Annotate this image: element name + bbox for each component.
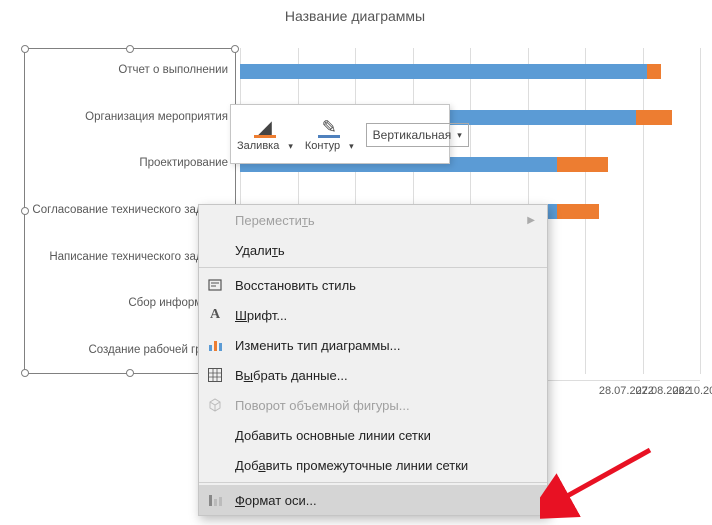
menu-item-label: Добавить промежуточные линии сетки [235, 458, 535, 473]
menu-item-label: Изменить тип диаграммы... [235, 338, 535, 353]
menu-item[interactable]: A Шрифт... [199, 300, 547, 330]
outline-label: Контур [305, 140, 340, 152]
bar-segment-series2[interactable] [557, 204, 598, 219]
menu-separator [199, 267, 547, 268]
fill-button[interactable]: ◢ Заливка ▾ [231, 105, 299, 163]
menu-separator [199, 482, 547, 483]
mini-format-toolbar: ◢ Заливка ▾ ✎ Контур ▾ Вертикальная ▾ [230, 104, 450, 164]
bar-segment-series1[interactable] [240, 64, 647, 79]
chart-icon [205, 335, 225, 355]
cube-icon [205, 395, 225, 415]
axis-type-value: Вертикальная [373, 128, 452, 142]
menu-item-label: Добавить основные линии сетки [235, 428, 535, 443]
menu-item: Поворот объемной фигуры... [199, 390, 547, 420]
chevron-down-icon: ▾ [457, 130, 462, 141]
menu-item[interactable]: Добавить основные линии сетки [199, 420, 547, 450]
axis-type-dropdown[interactable]: Вертикальная ▾ [366, 123, 469, 147]
blank-icon [205, 425, 225, 445]
chevron-down-icon: ▾ [349, 141, 354, 152]
menu-item[interactable]: Выбрать данные... [199, 360, 547, 390]
menu-item-label: Восстановить стиль [235, 278, 535, 293]
bar-segment-series2[interactable] [636, 110, 673, 125]
context-menu: Переместить ▶ Удалить Восстановить стиль A Шр… [198, 204, 548, 516]
fill-label: Заливка [237, 140, 279, 152]
blank-icon [205, 240, 225, 260]
chevron-down-icon: ▾ [288, 141, 293, 152]
bar-segment-series2[interactable] [557, 157, 608, 172]
category-axis-label[interactable]: Отчет о выполнении [24, 64, 236, 78]
category-axis-label[interactable]: Организация мероприятия [24, 111, 236, 125]
menu-item-label: Удалить [235, 243, 535, 258]
menu-item[interactable]: Удалить [199, 235, 547, 265]
annotation-arrow [540, 445, 660, 525]
reset-icon [205, 275, 225, 295]
gridline [700, 48, 701, 374]
submenu-arrow-icon: ▶ [527, 215, 535, 226]
menu-item-label: Формат оси... [235, 493, 535, 508]
grid-icon [205, 365, 225, 385]
category-axis-label[interactable]: Проектирование [24, 157, 236, 171]
gridline [643, 48, 644, 374]
axis-icon [205, 490, 225, 510]
menu-item[interactable]: Изменить тип диаграммы... [199, 330, 547, 360]
A-icon: A [205, 305, 225, 325]
bar-segment-series2[interactable] [647, 64, 661, 79]
menu-item-label: Переместить [235, 213, 517, 228]
menu-item[interactable]: Восстановить стиль [199, 270, 547, 300]
outline-button[interactable]: ✎ Контур ▾ [299, 105, 360, 163]
pen-icon: ✎ [318, 118, 340, 138]
chart-title: Название диаграммы [20, 4, 690, 34]
paint-bucket-icon: ◢ [254, 118, 276, 138]
blank-icon [205, 210, 225, 230]
menu-item-label: Шрифт... [235, 308, 535, 323]
menu-item[interactable]: Добавить промежуточные линии сетки [199, 450, 547, 480]
menu-item-label: Поворот объемной фигуры... [235, 398, 535, 413]
menu-item-label: Выбрать данные... [235, 368, 535, 383]
x-axis-tick: 26.10.2022 [672, 385, 712, 397]
menu-item[interactable]: Формат оси... [199, 485, 547, 515]
blank-icon [205, 455, 225, 475]
menu-item: Переместить ▶ [199, 205, 547, 235]
